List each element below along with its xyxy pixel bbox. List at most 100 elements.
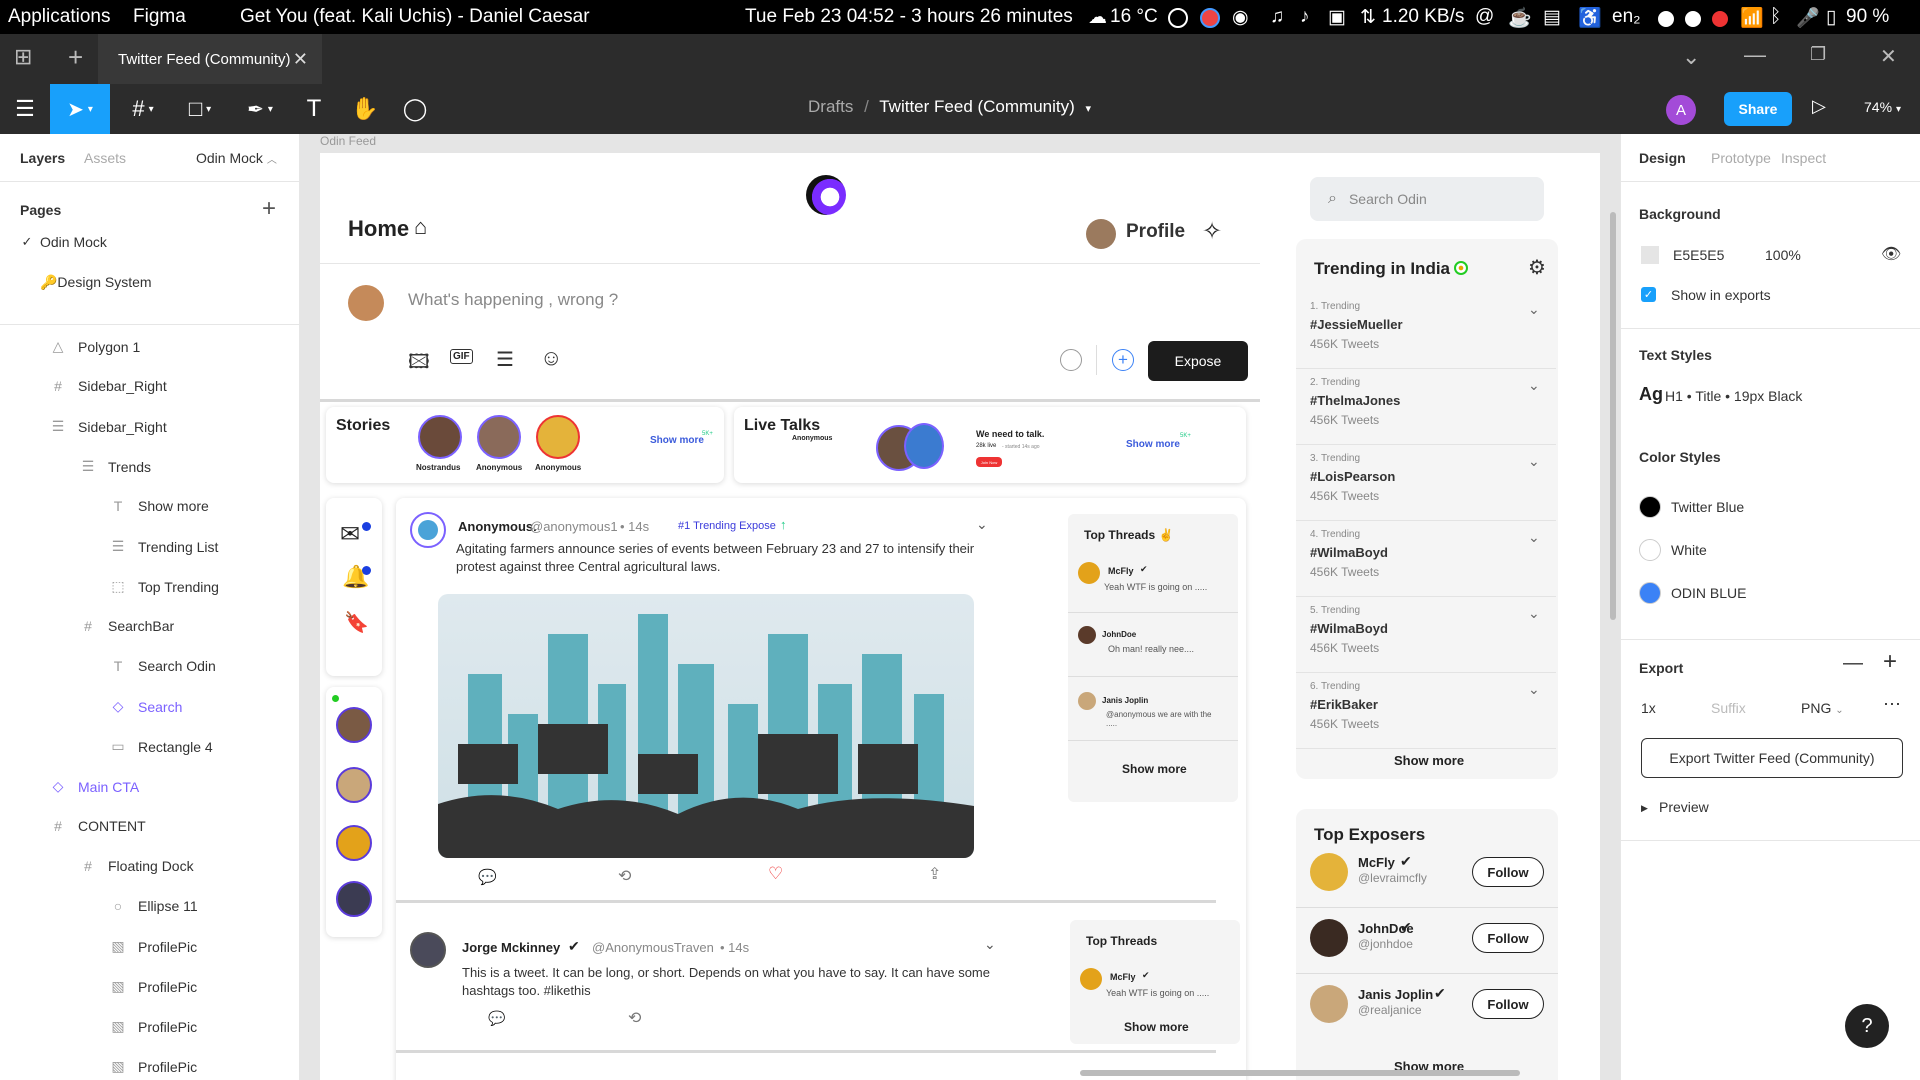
chevron-down-icon[interactable]: ⌄	[1528, 681, 1540, 698]
tab-design[interactable]: Design	[1639, 150, 1686, 166]
image-icon[interactable]: 🖾	[408, 347, 430, 381]
friend-avatar[interactable]	[336, 707, 372, 743]
tweet-handle[interactable]: @AnonymousTraven	[592, 940, 714, 955]
main-menu-icon[interactable]: ☰	[0, 84, 50, 134]
color-style-item[interactable]: Twitter Blue	[1639, 496, 1899, 520]
settings-gear-icon[interactable]: ⚙	[1528, 255, 1546, 280]
layer-item[interactable]: # Floating Dock	[80, 858, 194, 874]
clipboard-icon[interactable]: ▤	[1543, 6, 1561, 29]
trend-item[interactable]: 4. Trending #WilmaBoyd 456K Tweets ⌄	[1296, 521, 1556, 597]
active-app-name[interactable]: Figma	[133, 6, 186, 28]
exposer-handle[interactable]: @levraimcfly	[1358, 871, 1427, 885]
gif-icon[interactable]: GIF	[450, 349, 473, 364]
share-button[interactable]: Share	[1724, 92, 1792, 126]
exposer-avatar[interactable]	[1310, 985, 1348, 1023]
user-avatar[interactable]: A	[1666, 95, 1696, 125]
layer-item[interactable]: T Search Odin	[110, 658, 216, 674]
live-talks-show-more[interactable]: Show more	[1126, 439, 1180, 450]
add-thread-icon[interactable]: +	[1112, 349, 1134, 371]
exposer-avatar[interactable]	[1310, 919, 1348, 957]
remove-export-icon[interactable]: —	[1843, 652, 1863, 675]
thread-author[interactable]: Janis Joplin	[1102, 696, 1148, 705]
odin-feed-frame[interactable]: Home ⌂ Profile ✧ What's happening , wron…	[320, 153, 1600, 1080]
layer-item[interactable]: ◇ Main CTA	[50, 778, 140, 795]
profile-avatar[interactable]	[1086, 219, 1116, 249]
chevron-down-icon[interactable]: ⌄	[1528, 605, 1540, 622]
chevron-down-icon[interactable]: ⌄	[1682, 44, 1700, 70]
layer-item[interactable]: # Sidebar_Right	[50, 378, 167, 394]
live-talk-title[interactable]: We need to talk.	[976, 429, 1044, 439]
maximize-icon[interactable]: ❐	[1810, 44, 1826, 65]
weather-temp[interactable]: 16 °C	[1110, 6, 1158, 28]
now-playing[interactable]: Get You (feat. Kali Uchis) - Daniel Caes…	[240, 6, 590, 28]
play-icon[interactable]: ▷	[1812, 96, 1826, 117]
live-guest-avatar[interactable]	[904, 423, 944, 469]
trend-hashtag[interactable]: #LoisPearson	[1310, 469, 1395, 484]
thread-author[interactable]: JohnDoe	[1102, 630, 1136, 639]
thread-avatar[interactable]	[1078, 562, 1100, 584]
layer-item[interactable]: ▧ ProfilePic	[110, 1018, 197, 1035]
top-threads-show-more[interactable]: Show more	[1122, 762, 1187, 776]
layer-item[interactable]: ☰ Trending List	[110, 538, 219, 555]
trend-item[interactable]: 1. Trending #JessieMueller 456K Tweets ⌄	[1296, 293, 1556, 369]
text-tool-button[interactable]: T	[292, 84, 336, 134]
emoji-icon[interactable]: ☺	[540, 345, 562, 371]
export-scale[interactable]: 1x	[1641, 700, 1656, 716]
profile-link[interactable]: Profile	[1126, 221, 1185, 243]
audio-icon[interactable]: ♫	[1270, 6, 1284, 28]
follow-button[interactable]: Follow	[1472, 857, 1544, 887]
thread-avatar[interactable]	[1080, 968, 1102, 990]
breadcrumb-parent[interactable]: Drafts	[808, 97, 853, 116]
clock[interactable]: Tue Feb 23 04:52 - 3 hours 26 minutes	[745, 6, 1073, 28]
accessibility-icon[interactable]: ♿	[1578, 6, 1602, 30]
design-canvas[interactable]: Odin Feed Home ⌂ Profile ✧ What's happen…	[300, 134, 1620, 1080]
battery-level[interactable]: 90 %	[1846, 6, 1889, 28]
tweet-avatar[interactable]	[410, 512, 446, 548]
bluetooth-icon[interactable]: ᛒ	[1770, 6, 1781, 28]
follow-button[interactable]: Follow	[1472, 923, 1544, 953]
page-item[interactable]: ✓ Odin Mock	[0, 226, 299, 258]
grid-icon[interactable]: ⊞	[14, 44, 32, 70]
chevron-down-icon[interactable]: ⌄	[1528, 453, 1540, 470]
zoom-level[interactable]: 74% ▾	[1864, 99, 1901, 115]
search-input[interactable]: ⌕ Search Odin	[1310, 177, 1544, 221]
minimize-icon[interactable]: —	[1744, 42, 1766, 68]
discord-icon[interactable]: ◉	[1232, 6, 1249, 29]
exposer-handle[interactable]: @realjanice	[1358, 1003, 1422, 1017]
background-swatch[interactable]	[1641, 246, 1659, 264]
move-tool-button[interactable]: ➤ ▾	[50, 84, 110, 134]
page-selector[interactable]: Odin Mock ︿	[196, 150, 277, 166]
layer-item[interactable]: ▧ ProfilePic	[110, 978, 197, 995]
trend-item[interactable]: 5. Trending #WilmaBoyd 456K Tweets ⌄	[1296, 597, 1556, 673]
vertical-scrollbar[interactable]	[1610, 212, 1616, 620]
tweet-handle[interactable]: @anonymous1	[530, 519, 618, 534]
friend-avatar[interactable]	[336, 767, 372, 803]
trend-item[interactable]: 2. Trending #ThelmaJones 456K Tweets ⌄	[1296, 369, 1556, 445]
wifi-icon[interactable]: 📶	[1740, 6, 1764, 30]
layer-item[interactable]: T Show more	[110, 498, 209, 514]
tweet-menu-chevron-icon[interactable]: ⌄	[976, 516, 988, 533]
exposer-name[interactable]: McFly	[1358, 855, 1395, 870]
eye-icon[interactable]: 👁	[1881, 244, 1901, 264]
thread-avatar[interactable]	[1078, 692, 1096, 710]
close-window-icon[interactable]: ✕	[1880, 44, 1897, 69]
keyboard-layout[interactable]: en₂	[1612, 6, 1641, 28]
export-button[interactable]: Export Twitter Feed (Community)	[1641, 738, 1903, 778]
join-now-button[interactable]: Join Now	[976, 457, 1002, 467]
color-style-item[interactable]: ODIN BLUE	[1639, 582, 1899, 606]
odin-logo-icon[interactable]	[806, 175, 846, 215]
comment-tool-button[interactable]: ◯	[393, 84, 437, 134]
trend-hashtag[interactable]: #ThelmaJones	[1310, 393, 1400, 408]
layer-item[interactable]: ☰ Sidebar_Right	[50, 418, 167, 435]
chevron-down-icon[interactable]: ⌄	[1528, 301, 1540, 318]
help-button[interactable]: ?	[1845, 1004, 1889, 1048]
layer-item[interactable]: ○ Ellipse 11	[110, 898, 198, 914]
text-style-sample[interactable]: Ag	[1639, 384, 1663, 405]
story-avatar[interactable]	[477, 415, 521, 459]
text-style-name[interactable]: H1 • Title • 19px Black	[1665, 388, 1802, 404]
layer-item[interactable]: ▧ ProfilePic	[110, 1058, 197, 1075]
file-tab[interactable]: Twitter Feed (Community) ✕	[98, 34, 322, 84]
thread-avatar[interactable]	[1078, 626, 1096, 644]
follow-button[interactable]: Follow	[1472, 989, 1544, 1019]
expose-button[interactable]: Expose	[1148, 341, 1248, 381]
